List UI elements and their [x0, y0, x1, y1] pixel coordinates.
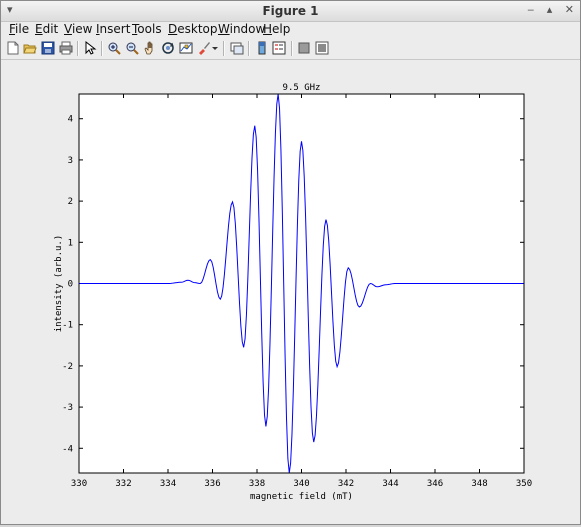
- link-plot-icon[interactable]: [230, 41, 244, 55]
- rotate-3d-icon[interactable]: [161, 41, 175, 55]
- data-cursor-icon[interactable]: [179, 41, 193, 55]
- menu-tools[interactable]: Tools: [132, 22, 162, 36]
- y-tick-label: -3: [62, 403, 73, 413]
- menu-bar: File Edit View Insert Tools Desktop Wind…: [1, 22, 580, 38]
- menu-view[interactable]: View: [64, 22, 92, 36]
- window-controls: ‒ ▴ ✕: [518, 3, 574, 16]
- show-plot-tools-icon[interactable]: [315, 41, 329, 55]
- title-bar[interactable]: ▾ Figure 1 ‒ ▴ ✕: [1, 1, 580, 22]
- x-tick-label: 334: [160, 479, 176, 489]
- x-tick-labels: 330 332 334 336 338 340 342 344 346 348 350: [71, 479, 532, 489]
- y-tick-label: 1: [68, 238, 73, 248]
- pan-hand-icon[interactable]: [143, 41, 157, 55]
- toolbar-separator: [248, 41, 250, 56]
- zoom-in-icon[interactable]: [107, 41, 121, 55]
- plot-area[interactable]: 330 332 334 336 338 340 342 344 346 348 350 4 3 2 1 0 -…: [1, 60, 580, 524]
- hide-plot-tools-icon[interactable]: [297, 41, 311, 55]
- x-tick-label: 332: [115, 479, 131, 489]
- toolbar-separator: [101, 41, 103, 56]
- y-tick-label: 2: [68, 197, 73, 207]
- close-icon[interactable]: ✕: [565, 3, 574, 16]
- x-tick-label: 330: [71, 479, 87, 489]
- brush-icon[interactable]: [197, 41, 211, 55]
- x-tick-label: 350: [516, 479, 532, 489]
- edit-plot-arrow-icon[interactable]: [83, 41, 97, 55]
- menu-window[interactable]: Window: [218, 22, 265, 36]
- y-tick-label: -4: [62, 444, 73, 454]
- x-tick-label: 346: [427, 479, 443, 489]
- menu-insert[interactable]: Insert: [96, 22, 130, 36]
- toolbar-separator: [77, 41, 79, 56]
- x-tick-label: 348: [471, 479, 487, 489]
- new-figure-icon[interactable]: [6, 41, 20, 55]
- menu-file[interactable]: File: [9, 22, 29, 36]
- maximize-icon[interactable]: ▴: [547, 3, 553, 16]
- legend-icon[interactable]: [272, 41, 286, 55]
- x-axis-label: magnetic field (mT): [250, 492, 353, 502]
- x-tick-label: 344: [382, 479, 398, 489]
- brush-dropdown-icon[interactable]: [211, 41, 219, 55]
- zoom-out-icon[interactable]: [125, 41, 139, 55]
- colorbar-icon[interactable]: [255, 41, 269, 55]
- y-tick-label: 4: [68, 115, 73, 125]
- toolbar: [1, 38, 580, 60]
- y-axis-label: intensity (arb.u.): [54, 235, 64, 333]
- window-title: Figure 1: [262, 4, 319, 18]
- chart-title: 9.5 GHz: [283, 83, 321, 93]
- figure-canvas[interactable]: 330 332 334 336 338 340 342 344 346 348 350 4 3 2 1 0 -…: [1, 60, 580, 524]
- x-tick-label: 342: [338, 479, 354, 489]
- y-tick-label: -2: [62, 362, 73, 372]
- y-tick-label: 0: [68, 280, 73, 290]
- y-tick-label: 3: [68, 156, 73, 166]
- x-tick-label: 340: [293, 479, 309, 489]
- open-file-icon[interactable]: [23, 41, 37, 55]
- save-icon[interactable]: [41, 41, 55, 55]
- toolbar-separator: [291, 41, 293, 56]
- x-tick-label: 338: [249, 479, 265, 489]
- x-tick-label: 336: [204, 479, 220, 489]
- toolbar-separator: [223, 41, 225, 56]
- minimize-icon[interactable]: ‒: [527, 3, 534, 16]
- figure-window: ▾ Figure 1 ‒ ▴ ✕ File Edit View Insert T…: [0, 0, 581, 525]
- menu-help[interactable]: Help: [263, 22, 290, 36]
- menu-edit[interactable]: Edit: [35, 22, 58, 36]
- print-icon[interactable]: [59, 41, 73, 55]
- menu-desktop[interactable]: Desktop: [168, 22, 218, 36]
